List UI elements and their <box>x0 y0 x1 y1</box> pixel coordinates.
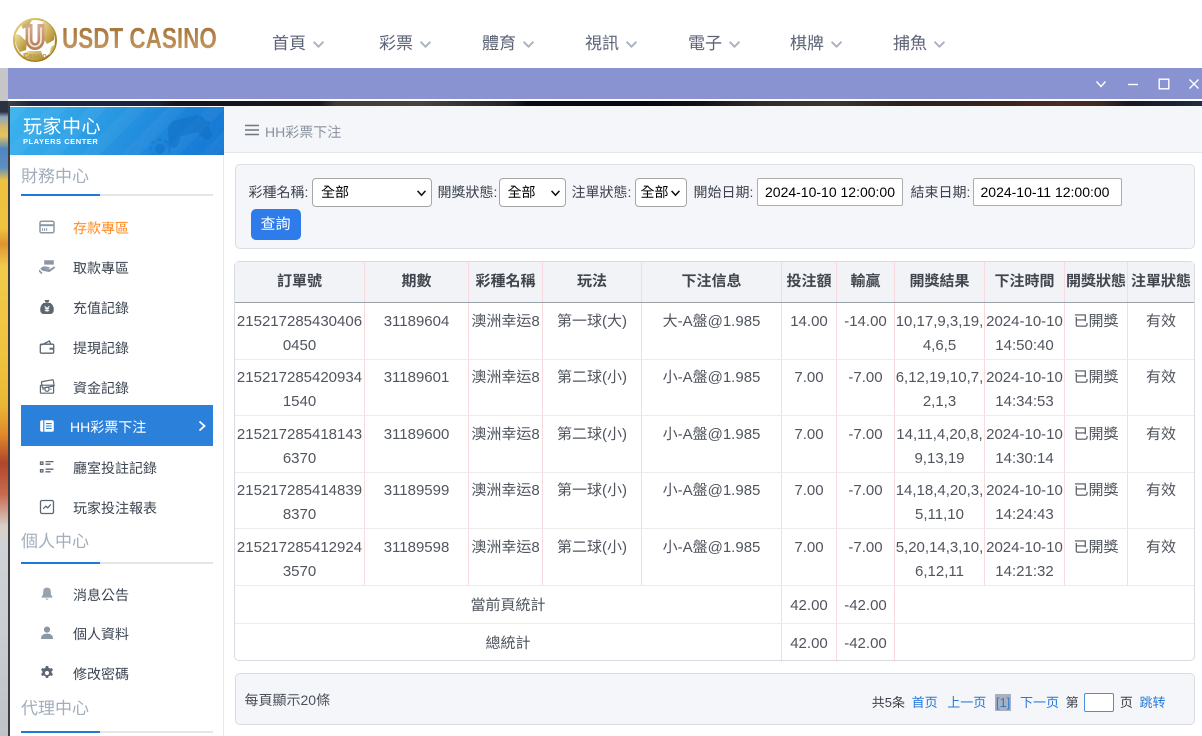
svg-text:Casino: Casino <box>23 53 46 60</box>
